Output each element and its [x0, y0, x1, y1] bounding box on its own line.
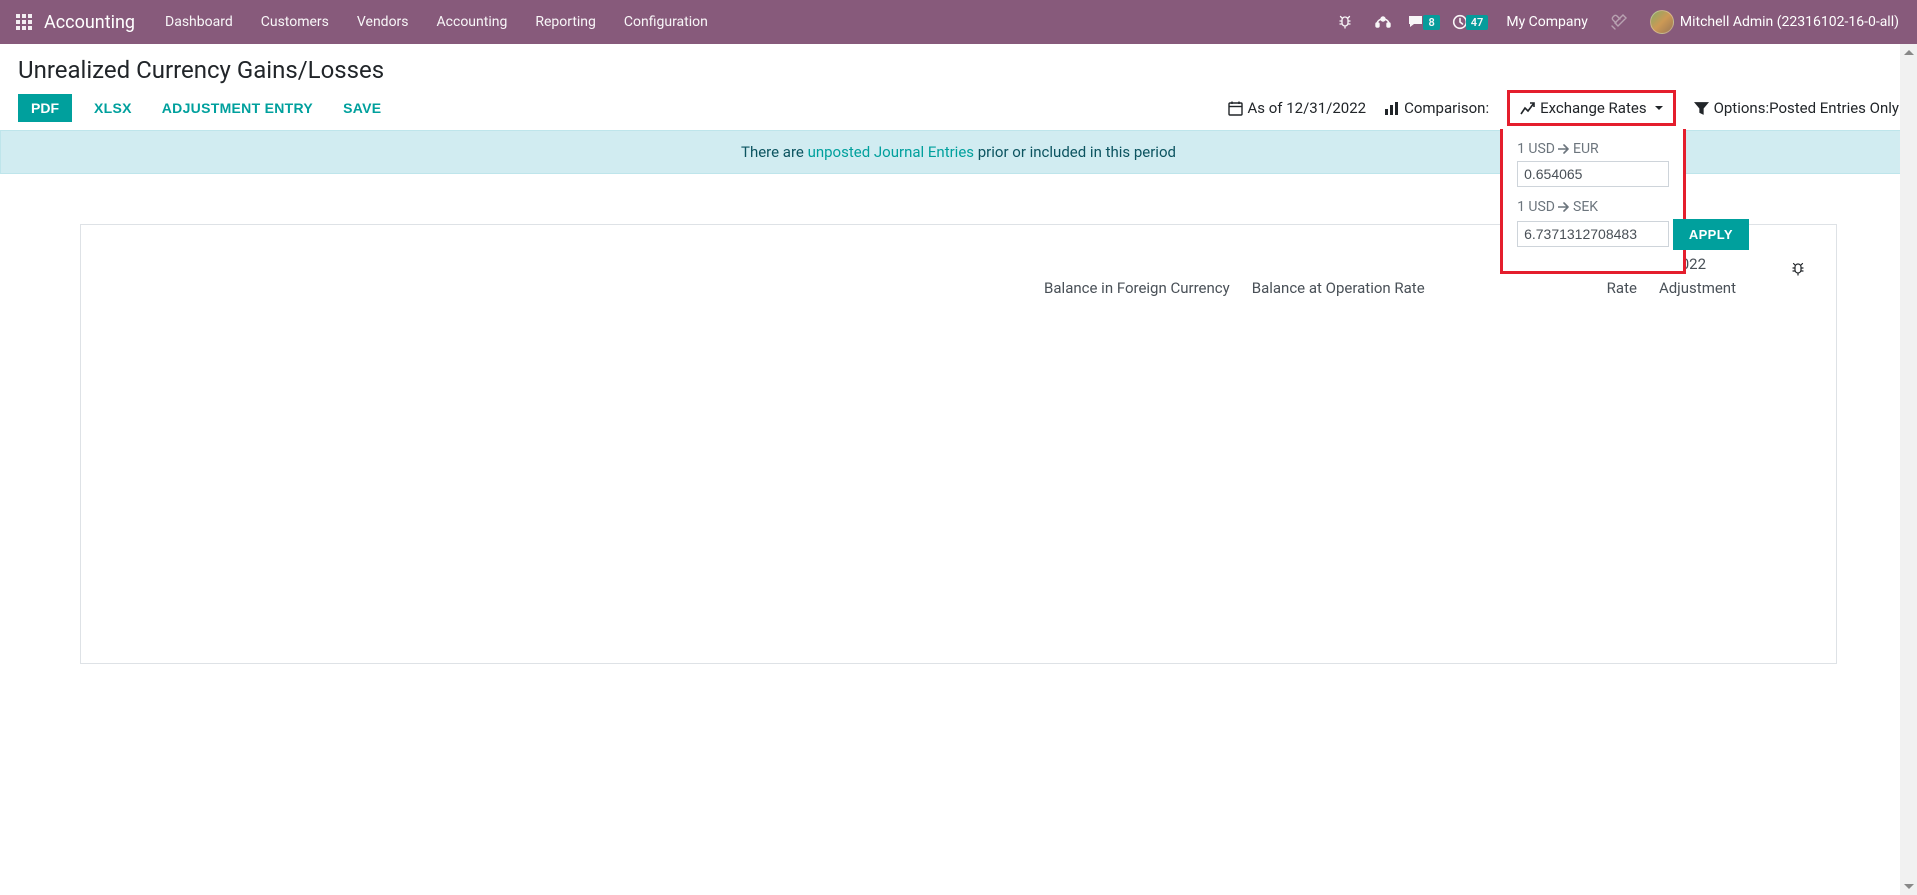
- nav-item-dashboard[interactable]: Dashboard: [151, 0, 247, 44]
- options-prefix: Options:: [1714, 99, 1770, 117]
- nav-brand[interactable]: Accounting: [40, 12, 151, 33]
- activities-badge: 47: [1466, 15, 1489, 30]
- control-panel-row: PDF XLSX ADJUSTMENT ENTRY SAVE As of 12/…: [18, 94, 1899, 122]
- nav-menu: Dashboard Customers Vendors Accounting R…: [151, 0, 722, 44]
- company-selector[interactable]: My Company: [1496, 14, 1598, 30]
- adjustment-entry-button[interactable]: ADJUSTMENT ENTRY: [154, 94, 321, 122]
- options-filter[interactable]: Options:Posted Entries Only: [1694, 99, 1899, 117]
- pdf-button[interactable]: PDF: [18, 94, 72, 122]
- as-of-filter[interactable]: As of 12/31/2022: [1228, 99, 1367, 117]
- vertical-scrollbar[interactable]: [1900, 44, 1917, 895]
- bar-chart-icon: [1384, 101, 1399, 116]
- top-navbar: Accounting Dashboard Customers Vendors A…: [0, 0, 1917, 44]
- user-name: Mitchell Admin (22316102-16-0-all): [1680, 14, 1899, 30]
- messages-icon[interactable]: 8: [1404, 5, 1443, 39]
- debug-icon[interactable]: [1328, 5, 1362, 39]
- tools-icon[interactable]: [1602, 5, 1636, 39]
- report-debug-icon[interactable]: [1790, 261, 1806, 277]
- avatar: [1650, 10, 1674, 34]
- comparison-label: Comparison:: [1404, 99, 1489, 117]
- nav-left: Accounting Dashboard Customers Vendors A…: [8, 0, 722, 44]
- nav-item-reporting[interactable]: Reporting: [521, 0, 610, 44]
- nav-item-accounting[interactable]: Accounting: [423, 0, 522, 44]
- save-button[interactable]: SAVE: [335, 94, 389, 122]
- scroll-up-button[interactable]: [1900, 44, 1917, 61]
- line-chart-icon: [1520, 101, 1535, 116]
- banner-suffix: prior or included in this period: [974, 143, 1176, 161]
- xlsx-button[interactable]: XLSX: [86, 94, 140, 122]
- control-panel: Unrealized Currency Gains/Losses PDF XLS…: [0, 44, 1917, 130]
- messages-badge: 8: [1423, 15, 1439, 30]
- activities-icon[interactable]: 47: [1448, 5, 1493, 39]
- apply-button[interactable]: APPLY: [1673, 219, 1749, 250]
- as-of-prefix: As of: [1248, 99, 1287, 117]
- rate-eur-label: 1 USD EUR: [1517, 141, 1669, 157]
- user-menu[interactable]: Mitchell Admin (22316102-16-0-all): [1640, 10, 1909, 34]
- exchange-rates-filter[interactable]: Exchange Rates 1 USD EUR 1 USD SEK: [1507, 90, 1675, 126]
- support-icon[interactable]: [1366, 5, 1400, 39]
- nav-item-customers[interactable]: Customers: [247, 0, 343, 44]
- nav-item-vendors[interactable]: Vendors: [343, 0, 423, 44]
- scroll-down-button[interactable]: [1900, 878, 1917, 895]
- col-adjustment: Adjustment: [1659, 279, 1736, 297]
- exchange-rates-dropdown: 1 USD EUR 1 USD SEK APPLY: [1500, 129, 1686, 274]
- apps-icon[interactable]: [8, 6, 40, 38]
- report-column-headers: Balance in Foreign Currency Balance at O…: [121, 279, 1796, 297]
- rate-sek-label: 1 USD SEK: [1517, 199, 1669, 215]
- banner-prefix: There are: [741, 143, 808, 161]
- calendar-icon: [1228, 101, 1243, 116]
- page-title: Unrealized Currency Gains/Losses: [18, 56, 1899, 84]
- col-balance-foreign: Balance in Foreign Currency: [1044, 279, 1230, 297]
- col-balance-operation: Balance at Operation Rate: [1252, 279, 1425, 297]
- chevron-down-icon: [1655, 106, 1663, 110]
- arrow-right-icon: [1558, 202, 1570, 212]
- as-of-date: 12/31/2022: [1286, 99, 1366, 117]
- cp-filters: As of 12/31/2022 Comparison: Exchange Ra…: [1228, 99, 1900, 117]
- arrow-right-icon: [1558, 144, 1570, 154]
- nav-item-configuration[interactable]: Configuration: [610, 0, 722, 44]
- filter-icon: [1694, 101, 1709, 116]
- col-rate: Rate: [1607, 279, 1637, 297]
- options-value: Posted Entries Only: [1769, 99, 1899, 117]
- exchange-rates-label: Exchange Rates: [1540, 99, 1646, 117]
- banner-link[interactable]: unposted Journal Entries: [808, 143, 974, 161]
- rate-eur-input[interactable]: [1517, 161, 1669, 187]
- report-sheet: As of 12/31/2022 Balance in Foreign Curr…: [80, 224, 1837, 664]
- rate-sek-input[interactable]: [1517, 221, 1669, 247]
- cp-buttons: PDF XLSX ADJUSTMENT ENTRY SAVE: [18, 94, 389, 122]
- comparison-filter[interactable]: Comparison:: [1384, 99, 1489, 117]
- nav-right: 8 47 My Company Mitchell Admin (22316102…: [1328, 5, 1909, 39]
